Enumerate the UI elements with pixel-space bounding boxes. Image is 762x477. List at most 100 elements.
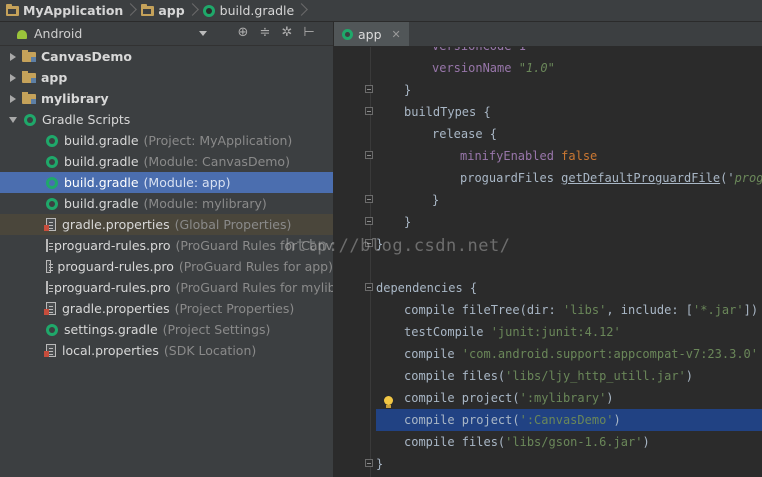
tree-item[interactable]: build.gradle (Module: mylibrary) <box>0 193 333 214</box>
chevron-right-icon[interactable] <box>10 94 16 103</box>
code-token: getDefaultProguardFile <box>561 171 721 185</box>
gear-icon[interactable]: ✲ <box>279 25 295 40</box>
breadcrumb-project[interactable]: MyApplication <box>0 0 127 21</box>
code-token: } <box>404 215 412 229</box>
tree-item-label: settings.gradle <box>64 322 158 337</box>
tree-item-meta: (Module: app) <box>143 175 231 190</box>
tree-item[interactable]: settings.gradle (Project Settings) <box>0 319 333 340</box>
fold-marker-icon[interactable] <box>365 151 373 159</box>
breadcrumb-module[interactable]: app <box>135 0 188 21</box>
code-editor[interactable]: versionCode 1 versionName "1.0"} buildType… <box>376 47 762 477</box>
chevron-right-icon <box>127 0 135 21</box>
code-line[interactable]: compile files('libs/ljy_http_utill.jar') <box>376 365 762 387</box>
tree-item[interactable]: local.properties (SDK Location) <box>0 340 333 361</box>
tree-item-label: build.gradle <box>64 196 139 211</box>
breadcrumb-project-label: MyApplication <box>23 3 124 18</box>
code-line[interactable]: testCompile 'junit:junit:4.12' <box>376 321 762 343</box>
breadcrumb-file[interactable]: build.gradle <box>197 0 299 21</box>
code-token: ':mylibrary' <box>519 391 607 405</box>
code-line[interactable]: buildTypes { <box>376 101 762 123</box>
target-icon[interactable]: ⊕ <box>235 25 251 40</box>
code-line[interactable]: compile project(':mylibrary') <box>376 387 762 409</box>
text-file-icon <box>46 239 53 252</box>
code-token: ) <box>613 413 621 427</box>
gradle-icon <box>46 323 58 336</box>
tree-item[interactable]: proguard-rules.pro (ProGuard Rules for my… <box>0 277 333 298</box>
code-line[interactable]: dependencies { <box>376 277 762 299</box>
code-line[interactable]: compile 'com.android.support:appcompat-v… <box>376 343 762 365</box>
code-token: ':CanvasDemo' <box>519 413 614 427</box>
code-line[interactable]: proguardFiles getDefaultProguardFile('pr… <box>376 167 762 189</box>
module-folder-icon <box>22 49 36 62</box>
pin-icon[interactable]: ⊢ <box>301 25 317 40</box>
code-line[interactable]: } <box>376 79 762 101</box>
code-token: compile <box>404 347 462 361</box>
module-folder-icon <box>22 70 36 83</box>
chevron-right-icon[interactable] <box>10 73 16 82</box>
fold-marker-icon[interactable] <box>365 217 373 225</box>
fold-marker-icon[interactable] <box>365 107 373 115</box>
tree-item[interactable]: app <box>0 67 333 88</box>
project-panel-toolbar: Android ⊕ ≑ ✲ ⊢ <box>0 22 333 46</box>
tab-app[interactable]: app ✕ <box>334 22 409 46</box>
collapse-icon[interactable]: ≑ <box>257 25 273 40</box>
tree-item-label: CanvasDemo <box>41 49 132 64</box>
chevron-down-icon[interactable] <box>9 116 17 123</box>
tree-item[interactable]: Gradle Scripts <box>0 109 333 130</box>
fold-marker-icon[interactable] <box>365 239 373 247</box>
project-folder-icon <box>6 3 19 16</box>
code-token: 'junit:junit:4.12' <box>490 325 621 339</box>
tree-item[interactable]: CanvasDemo <box>0 46 333 67</box>
code-token: buildTypes { <box>404 105 491 119</box>
code-line[interactable]: compile fileTree(dir: 'libs', include: [… <box>376 299 762 321</box>
navigation-bar: MyApplication app build.gradle <box>0 0 762 22</box>
editor-area: app ✕ versionCode 1 versionName "1.0"} bui… <box>334 22 762 477</box>
tree-item-meta: (ProGuard Rules for mylib <box>175 280 334 295</box>
code-line[interactable]: compile files('libs/gson-1.6.jar') <box>376 431 762 453</box>
code-line[interactable]: compile project(':CanvasDemo') <box>376 409 762 431</box>
code-line[interactable]: } <box>376 233 762 255</box>
code-token: versionName <box>432 61 519 75</box>
code-line[interactable]: } <box>376 189 762 211</box>
text-file-icon <box>46 260 54 273</box>
breadcrumb-file-label: build.gradle <box>219 3 295 18</box>
code-line[interactable]: } <box>376 211 762 233</box>
code-line[interactable] <box>376 255 762 277</box>
tree-item[interactable]: mylibrary <box>0 88 333 109</box>
code-line[interactable]: minifyEnabled false <box>376 145 762 167</box>
code-token: testCompile <box>404 325 491 339</box>
close-icon[interactable]: ✕ <box>392 28 401 41</box>
code-token: dependencies { <box>376 281 478 295</box>
tree-item-label: app <box>41 70 68 85</box>
code-token: minifyEnabled <box>460 149 562 163</box>
code-line[interactable]: versionCode 1 <box>376 47 762 57</box>
code-line[interactable]: release { <box>376 123 762 145</box>
project-view-selector[interactable]: Android <box>34 26 82 41</box>
tree-item[interactable]: proguard-rules.pro (ProGuard Rules for Ca… <box>0 235 333 256</box>
tree-item-meta: (Global Properties) <box>174 217 292 232</box>
code-token: "1.0" <box>518 61 555 75</box>
text-file-icon <box>46 281 53 294</box>
tree-item-meta: (Project Settings) <box>162 322 271 337</box>
fold-marker-icon[interactable] <box>365 283 373 291</box>
code-token: 'libs' <box>562 303 607 317</box>
chevron-right-icon <box>298 0 306 21</box>
code-token: 'com.android.support:appcompat-v7:23.3.0… <box>461 347 759 361</box>
tree-item[interactable]: proguard-rules.pro (ProGuard Rules for ap… <box>0 256 333 277</box>
tree-item[interactable]: build.gradle (Module: CanvasDemo) <box>0 151 333 172</box>
code-token: '*.jar' <box>693 303 744 317</box>
code-line[interactable]: versionName "1.0" <box>376 57 762 79</box>
tree-item[interactable]: build.gradle (Project: MyApplication) <box>0 130 333 151</box>
tree-item[interactable]: gradle.properties (Global Properties) <box>0 214 333 235</box>
fold-marker-icon[interactable] <box>365 459 373 467</box>
fold-marker-icon[interactable] <box>365 85 373 93</box>
tree-item-meta: (ProGuard Rules for app) <box>178 259 333 274</box>
code-line[interactable]: } <box>376 453 762 475</box>
tree-item-label: proguard-rules.pro <box>54 238 171 253</box>
chevron-down-icon[interactable] <box>199 31 207 36</box>
chevron-right-icon[interactable] <box>10 52 16 61</box>
code-token: } <box>376 457 384 471</box>
tree-item[interactable]: gradle.properties (Project Properties) <box>0 298 333 319</box>
tree-item[interactable]: build.gradle (Module: app) <box>0 172 333 193</box>
fold-marker-icon[interactable] <box>365 195 373 203</box>
